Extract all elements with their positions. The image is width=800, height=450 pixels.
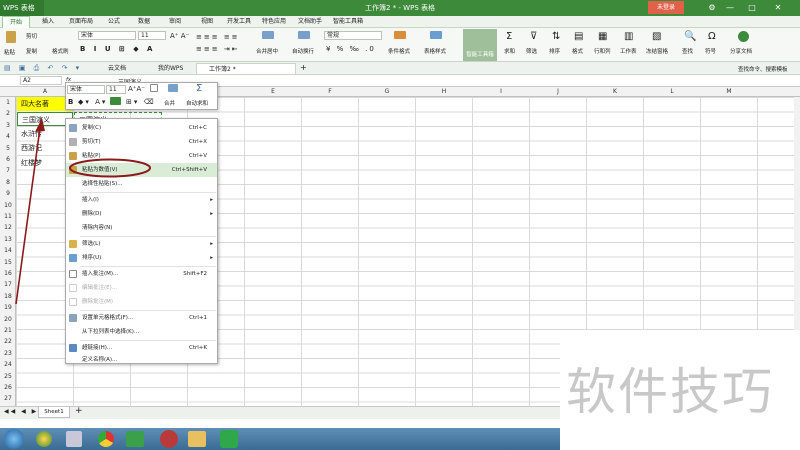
- folder-icon[interactable]: [188, 431, 206, 447]
- taskbar-tool-icon[interactable]: [66, 431, 82, 447]
- add-sheet-icon[interactable]: +: [75, 406, 83, 416]
- annotation-arrow-line: [15, 127, 41, 305]
- start-button-icon[interactable]: [4, 429, 24, 449]
- taskbar-green-icon[interactable]: [126, 431, 144, 447]
- highlight-ellipse: [69, 158, 151, 178]
- watermark-text: 软件技巧: [566, 363, 774, 421]
- taskbar-red-icon[interactable]: [160, 430, 178, 448]
- taskbar-app-icon[interactable]: [36, 431, 52, 447]
- sheet-tab-sheet1[interactable]: Sheet1: [38, 407, 70, 418]
- wps-spreadsheet-icon[interactable]: [220, 430, 238, 448]
- chrome-icon[interactable]: [98, 431, 114, 447]
- annotation-arrow-head: [35, 118, 45, 132]
- taskbar: [0, 428, 560, 450]
